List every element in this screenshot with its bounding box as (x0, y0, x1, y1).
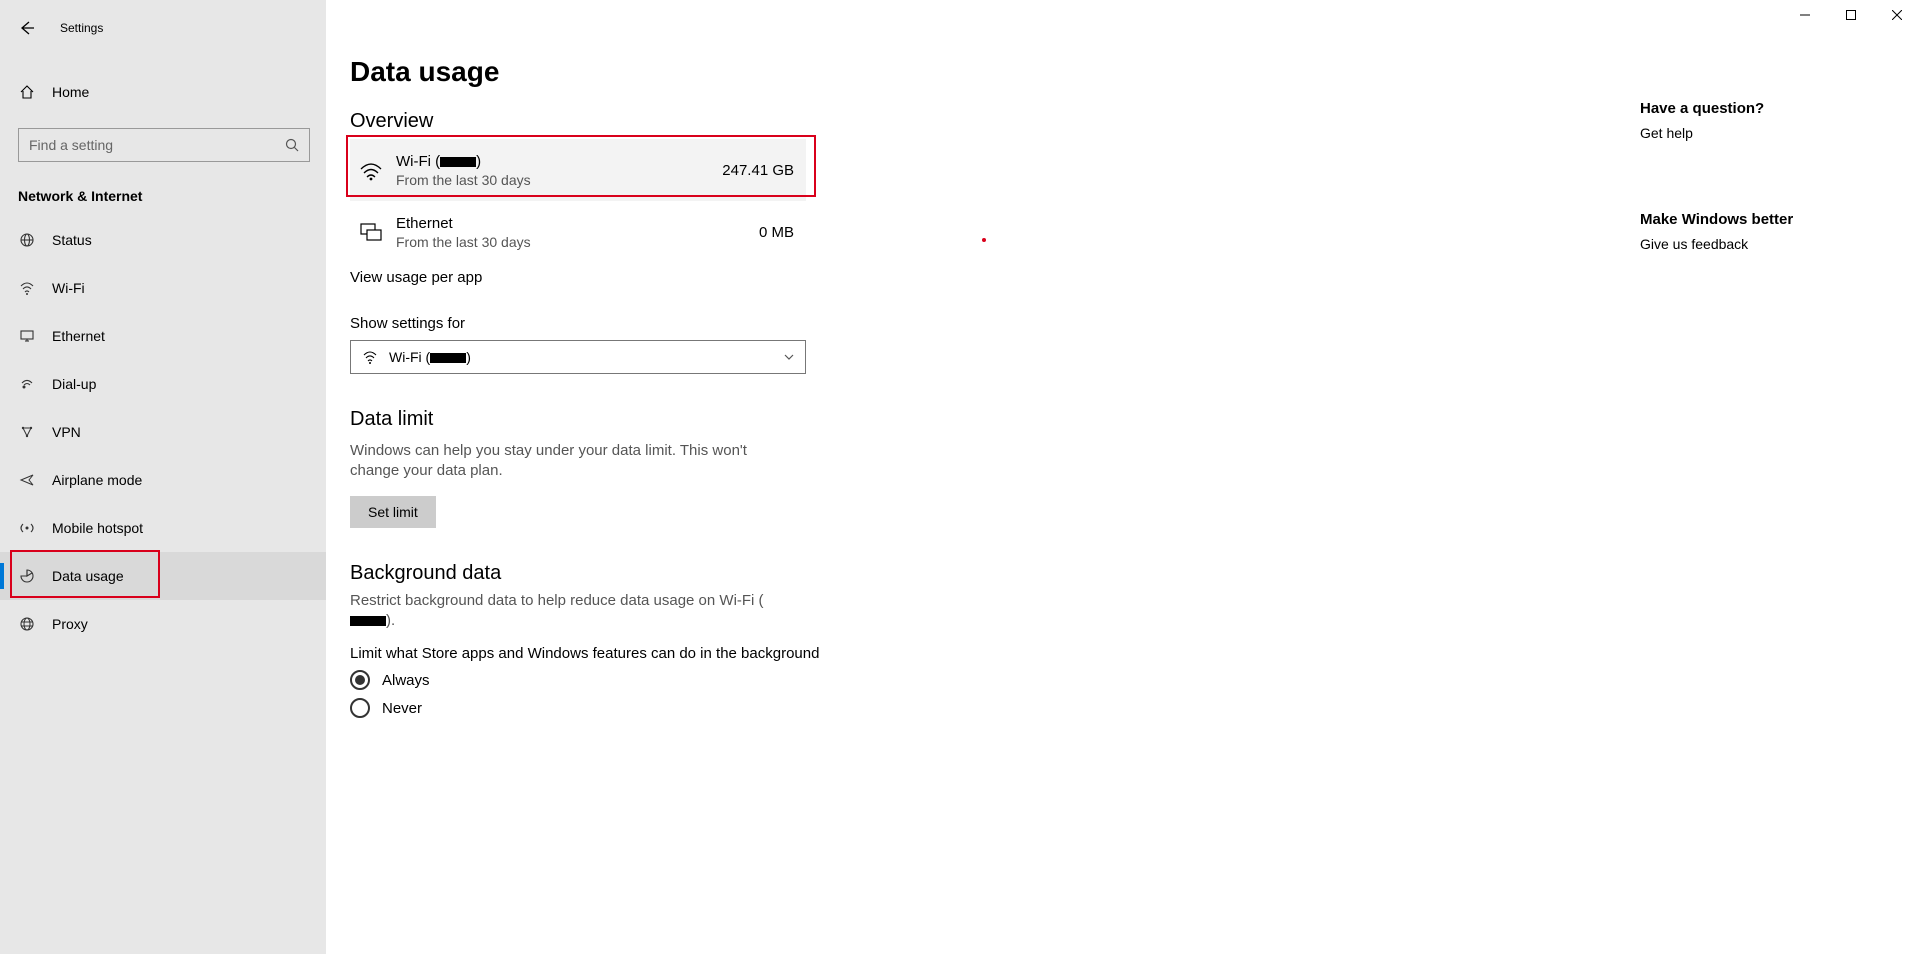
sidebar-item-airplane[interactable]: Airplane mode (0, 456, 326, 504)
bg-option-always[interactable]: Always (350, 670, 1250, 690)
get-help-link[interactable]: Get help (1640, 125, 1860, 141)
wifi-icon (18, 280, 36, 296)
make-better-heading: Make Windows better (1640, 211, 1860, 228)
redacted-text (350, 616, 386, 626)
status-icon (18, 232, 36, 248)
data-limit-desc: Windows can help you stay under your dat… (350, 441, 780, 482)
sidebar-home-label: Home (52, 84, 89, 100)
network-select-value: Wi-Fi () (389, 349, 471, 365)
overview-eth-value: 0 MB (684, 224, 794, 241)
radio-icon (350, 670, 370, 690)
minimize-button[interactable] (1782, 0, 1828, 30)
search-placeholder: Find a setting (29, 137, 113, 153)
radio-label: Never (382, 700, 422, 717)
sidebar-item-datausage[interactable]: Data usage (0, 552, 326, 600)
sidebar-item-label: VPN (52, 424, 81, 440)
overview-eth-sub: From the last 30 days (396, 234, 684, 250)
overview-wifi-row[interactable]: Wi-Fi () From the last 30 days 247.41 GB (350, 139, 806, 201)
view-usage-per-app-link[interactable]: View usage per app (350, 269, 482, 286)
radio-label: Always (382, 672, 430, 689)
right-panel: Have a question? Get help Make Windows b… (1640, 100, 1860, 282)
sidebar-item-hotspot[interactable]: Mobile hotspot (0, 504, 326, 552)
annotation-dot (982, 238, 986, 242)
search-icon (285, 138, 299, 152)
overview-ethernet-row[interactable]: Ethernet From the last 30 days 0 MB (350, 201, 806, 263)
main-content: Data usage Overview Wi-Fi () From the la… (350, 40, 1250, 718)
search-input[interactable]: Find a setting (18, 128, 310, 162)
set-limit-button[interactable]: Set limit (350, 496, 436, 528)
radio-icon (350, 698, 370, 718)
sidebar-item-label: Proxy (52, 616, 88, 632)
have-question-heading: Have a question? (1640, 100, 1860, 117)
page-title: Data usage (350, 56, 1250, 88)
maximize-button[interactable] (1828, 0, 1874, 30)
background-data-heading: Background data (350, 562, 1250, 585)
network-select[interactable]: Wi-Fi () (350, 340, 806, 374)
sidebar-item-label: Mobile hotspot (52, 520, 143, 536)
back-button[interactable] (18, 19, 38, 37)
wifi-icon (356, 157, 386, 183)
sidebar-item-label: Status (52, 232, 92, 248)
close-button[interactable] (1874, 0, 1920, 30)
show-settings-label: Show settings for (350, 315, 1250, 332)
sidebar-item-label: Data usage (52, 568, 124, 584)
app-title: Settings (60, 21, 103, 35)
redacted-text (430, 353, 466, 363)
bg-limit-label: Limit what Store apps and Windows featur… (350, 645, 1250, 662)
overview-eth-name: Ethernet (396, 215, 684, 232)
feedback-link[interactable]: Give us feedback (1640, 236, 1860, 252)
overview-heading: Overview (350, 110, 1250, 133)
data-limit-heading: Data limit (350, 408, 1250, 431)
vpn-icon (18, 424, 36, 440)
ethernet-icon (18, 328, 36, 344)
sidebar: Settings Home Find a setting Network & I… (0, 0, 326, 954)
sidebar-item-status[interactable]: Status (0, 216, 326, 264)
sidebar-item-wifi[interactable]: Wi-Fi (0, 264, 326, 312)
redacted-text (440, 157, 476, 167)
sidebar-item-label: Airplane mode (52, 472, 142, 488)
sidebar-item-proxy[interactable]: Proxy (0, 600, 326, 648)
window-controls (1782, 0, 1920, 30)
sidebar-item-dialup[interactable]: Dial-up (0, 360, 326, 408)
chevron-down-icon (783, 351, 795, 363)
sidebar-category: Network & Internet (18, 188, 326, 204)
sidebar-item-label: Wi-Fi (52, 280, 85, 296)
overview-wifi-sub: From the last 30 days (396, 172, 684, 188)
overview-wifi-name: Wi-Fi () (396, 153, 684, 170)
airplane-icon (18, 472, 36, 488)
dialup-icon (18, 376, 36, 392)
home-icon (18, 84, 36, 100)
background-desc: Restrict background data to help reduce … (350, 591, 780, 632)
sidebar-item-ethernet[interactable]: Ethernet (0, 312, 326, 360)
hotspot-icon (18, 520, 36, 536)
sidebar-home[interactable]: Home (0, 72, 326, 112)
sidebar-item-label: Ethernet (52, 328, 105, 344)
bg-option-never[interactable]: Never (350, 698, 1250, 718)
ethernet-icon (356, 219, 386, 245)
sidebar-item-vpn[interactable]: VPN (0, 408, 326, 456)
datausage-icon (18, 568, 36, 584)
overview-wifi-value: 247.41 GB (684, 162, 794, 179)
sidebar-item-label: Dial-up (52, 376, 96, 392)
proxy-icon (18, 616, 36, 632)
wifi-icon (361, 349, 379, 365)
